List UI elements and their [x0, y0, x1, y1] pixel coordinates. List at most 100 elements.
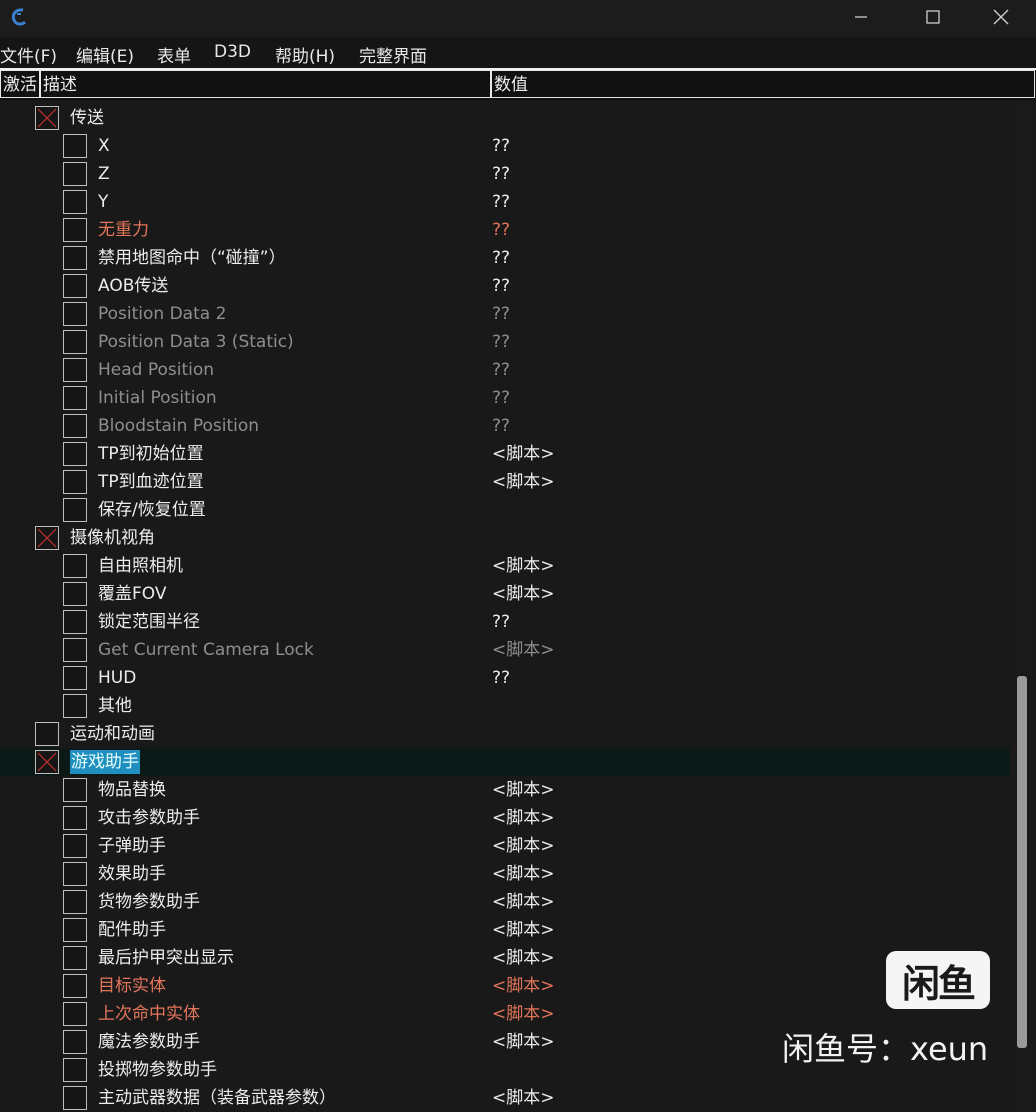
active-checkbox[interactable]: [63, 386, 87, 410]
table-row[interactable]: Position Data 2??: [0, 300, 1010, 328]
table-row[interactable]: Initial Position??: [0, 384, 1010, 412]
table-row[interactable]: 覆盖FOV <脚本>: [0, 580, 1010, 608]
table-row[interactable]: X??: [0, 132, 1010, 160]
entry-value[interactable]: ??: [492, 330, 510, 354]
table-row[interactable]: AOB传送??: [0, 272, 1010, 300]
group-row[interactable]: 游戏助手: [0, 748, 1010, 776]
entry-value[interactable]: ??: [492, 246, 510, 270]
menu-edit[interactable]: 编辑(E): [76, 42, 134, 67]
table-row[interactable]: 保存/恢复位置: [0, 496, 1010, 524]
table-row[interactable]: 子弹助手 <脚本>: [0, 832, 1010, 860]
entry-value[interactable]: <脚本>: [492, 1002, 555, 1026]
entry-value[interactable]: <脚本>: [492, 442, 555, 466]
active-checkbox[interactable]: [63, 190, 87, 214]
entry-value[interactable]: ??: [492, 162, 510, 186]
active-checkbox[interactable]: [63, 1030, 87, 1054]
active-checkbox[interactable]: [63, 414, 87, 438]
menu-d3d[interactable]: D3D: [214, 42, 251, 62]
table-row[interactable]: 自由照相机 <脚本>: [0, 552, 1010, 580]
table-row[interactable]: 其他: [0, 692, 1010, 720]
entry-value[interactable]: ??: [492, 386, 510, 410]
table-row[interactable]: 最后护甲突出显示 <脚本>: [0, 944, 1010, 972]
entry-value[interactable]: <脚本>: [492, 470, 555, 494]
entry-value[interactable]: <脚本>: [492, 946, 555, 970]
group-row[interactable]: 运动和动画: [0, 720, 1010, 748]
minimize-button[interactable]: [826, 0, 896, 34]
active-checkbox[interactable]: [63, 778, 87, 802]
active-checkbox[interactable]: [35, 722, 59, 746]
table-row[interactable]: HUD??: [0, 664, 1010, 692]
entry-value[interactable]: ??: [492, 666, 510, 690]
entry-value[interactable]: <脚本>: [492, 806, 555, 830]
active-checkbox[interactable]: [63, 862, 87, 886]
active-checkbox[interactable]: [63, 442, 87, 466]
table-row[interactable]: 效果助手 <脚本>: [0, 860, 1010, 888]
table-row[interactable]: 货物参数助手 <脚本>: [0, 888, 1010, 916]
table-row[interactable]: 主动武器数据（装备武器参数） <脚本>: [0, 1084, 1010, 1112]
menu-table[interactable]: 表单: [157, 42, 191, 67]
table-row[interactable]: Z??: [0, 160, 1010, 188]
active-checkbox[interactable]: [63, 918, 87, 942]
active-checkbox[interactable]: [63, 274, 87, 298]
entry-value[interactable]: ??: [492, 190, 510, 214]
active-checkbox[interactable]: [63, 806, 87, 830]
menu-help[interactable]: 帮助(H): [275, 42, 335, 67]
table-row[interactable]: Get Current Camera Lock <脚本>: [0, 636, 1010, 664]
menu-file[interactable]: 文件(F): [0, 42, 57, 67]
active-checkbox[interactable]: [63, 834, 87, 858]
active-checkbox[interactable]: [63, 246, 87, 270]
table-row[interactable]: 锁定范围半径??: [0, 608, 1010, 636]
entry-value[interactable]: <脚本>: [492, 862, 555, 886]
active-checkbox[interactable]: [63, 162, 87, 186]
active-checkbox[interactable]: [63, 330, 87, 354]
entry-value[interactable]: <脚本>: [492, 890, 555, 914]
table-row[interactable]: 配件助手 <脚本>: [0, 916, 1010, 944]
active-checkbox[interactable]: [63, 582, 87, 606]
table-row[interactable]: Position Data 3 (Static)??: [0, 328, 1010, 356]
entry-value[interactable]: <脚本>: [492, 582, 555, 606]
active-checkbox[interactable]: [63, 974, 87, 998]
close-button[interactable]: [966, 0, 1036, 34]
table-row[interactable]: 无重力??: [0, 216, 1010, 244]
entry-value[interactable]: ??: [492, 274, 510, 298]
active-checkbox[interactable]: [63, 358, 87, 382]
entry-value[interactable]: <脚本>: [492, 1030, 555, 1054]
table-row[interactable]: 物品替换 <脚本>: [0, 776, 1010, 804]
entry-value[interactable]: ??: [492, 610, 510, 634]
active-checkbox[interactable]: [63, 610, 87, 634]
active-checkbox[interactable]: [63, 666, 87, 690]
table-row[interactable]: 禁用地图命中（“碰撞”）??: [0, 244, 1010, 272]
scrollbar-thumb[interactable]: [1017, 676, 1027, 1048]
maximize-button[interactable]: [898, 0, 968, 34]
header-description[interactable]: 描述: [40, 70, 491, 98]
entry-value[interactable]: <脚本>: [492, 834, 555, 858]
entry-value[interactable]: ??: [492, 414, 510, 438]
active-checkbox[interactable]: [63, 498, 87, 522]
entry-value[interactable]: ??: [492, 302, 510, 326]
entry-value[interactable]: <脚本>: [492, 778, 555, 802]
header-active[interactable]: 激活: [0, 70, 40, 98]
group-row[interactable]: 摄像机视角: [0, 524, 1010, 552]
active-checkbox[interactable]: [63, 694, 87, 718]
entry-value[interactable]: <脚本>: [492, 974, 555, 998]
table-row[interactable]: 目标实体 <脚本>: [0, 972, 1010, 1000]
active-checkbox[interactable]: [35, 750, 59, 774]
entry-value[interactable]: <脚本>: [492, 554, 555, 578]
header-value[interactable]: 数值: [491, 70, 1035, 98]
active-checkbox[interactable]: [35, 106, 59, 130]
app-logo-icon[interactable]: [8, 6, 30, 28]
active-checkbox[interactable]: [63, 946, 87, 970]
active-checkbox[interactable]: [63, 470, 87, 494]
entry-value[interactable]: ??: [492, 134, 510, 158]
table-row[interactable]: 攻击参数助手 <脚本>: [0, 804, 1010, 832]
menu-full-ui[interactable]: 完整界面: [359, 42, 427, 67]
active-checkbox[interactable]: [63, 218, 87, 242]
table-row[interactable]: Bloodstain Position??: [0, 412, 1010, 440]
entry-value[interactable]: <脚本>: [492, 918, 555, 942]
active-checkbox[interactable]: [63, 1002, 87, 1026]
entry-value[interactable]: <脚本>: [492, 638, 555, 662]
table-row[interactable]: TP到血迹位置 <脚本>: [0, 468, 1010, 496]
active-checkbox[interactable]: [63, 1058, 87, 1082]
table-row[interactable]: TP到初始位置 <脚本>: [0, 440, 1010, 468]
active-checkbox[interactable]: [63, 554, 87, 578]
